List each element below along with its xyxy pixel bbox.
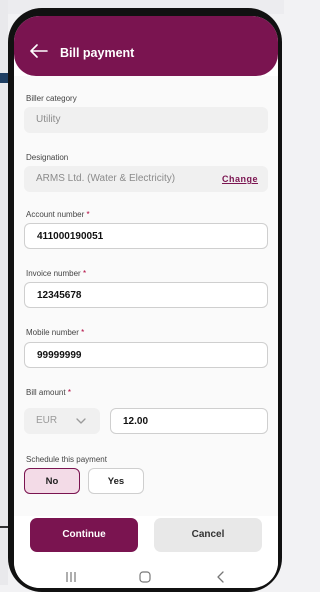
recent-apps-icon[interactable]: [64, 570, 78, 584]
account-number-input[interactable]: 411000190051: [24, 223, 268, 249]
schedule-no-label: No: [45, 476, 59, 487]
designation-value: ARMS Ltd. (Water & Electricity): [36, 173, 176, 184]
bill-amount-value: 12.00: [123, 416, 149, 427]
continue-label: Continue: [62, 529, 106, 540]
biller-category-field: Utility: [24, 107, 268, 133]
currency-select[interactable]: EUR: [24, 408, 100, 434]
cancel-button[interactable]: Cancel: [154, 518, 262, 552]
designation-field: ARMS Ltd. (Water & Electricity) Change: [24, 166, 268, 192]
bill-form: Biller category Utility Designation ARMS…: [14, 76, 278, 516]
action-footer: Continue Cancel: [14, 516, 278, 588]
invoice-number-value: 12345678: [37, 290, 82, 301]
app-screen: Bill payment Biller category Utility Des…: [14, 16, 278, 588]
change-designation-link[interactable]: Change: [222, 174, 258, 184]
cancel-label: Cancel: [191, 529, 225, 540]
arrow-left-icon[interactable]: [30, 44, 48, 58]
biller-category-value: Utility: [36, 114, 61, 125]
background-left: [0, 0, 8, 585]
invoice-number-label: Invoice number *: [26, 269, 87, 278]
schedule-yes-label: Yes: [107, 476, 125, 487]
biller-category-label: Biller category: [26, 94, 77, 103]
schedule-yes-button[interactable]: Yes: [88, 468, 144, 494]
page-title: Bill payment: [60, 46, 135, 60]
schedule-label: Schedule this payment: [26, 455, 107, 464]
bill-amount-input[interactable]: 12.00: [110, 408, 268, 434]
chevron-down-icon: [76, 418, 86, 424]
invoice-number-input[interactable]: 12345678: [24, 282, 268, 308]
continue-button[interactable]: Continue: [30, 518, 138, 552]
back-nav-icon[interactable]: [214, 570, 228, 584]
app-header: Bill payment: [14, 16, 278, 76]
currency-value: EUR: [36, 415, 58, 426]
bill-amount-label: Bill amount *: [26, 388, 71, 397]
account-number-value: 411000190051: [37, 231, 104, 242]
schedule-no-button[interactable]: No: [24, 468, 80, 494]
mobile-number-input[interactable]: 99999999: [24, 342, 268, 368]
mobile-number-value: 99999999: [37, 350, 82, 361]
designation-label: Designation: [26, 153, 69, 162]
account-number-label: Account number *: [26, 210, 90, 219]
home-icon[interactable]: [138, 570, 152, 584]
mobile-number-label: Mobile number *: [26, 328, 85, 337]
